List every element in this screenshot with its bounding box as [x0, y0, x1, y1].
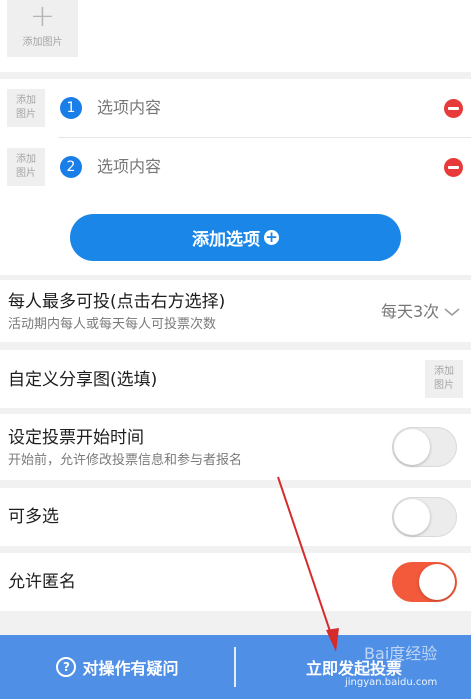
chevron-down-icon — [444, 308, 460, 316]
option-row-2: 添加图片 2 选项内容 — [0, 138, 471, 196]
toggle-knob — [394, 429, 430, 465]
anonymous-title: 允许匿名 — [8, 572, 76, 592]
help-button[interactable]: ? 对操作有疑问 — [0, 635, 235, 699]
start-time-subtitle: 开始前，允许修改投票信息和参与者报名 — [8, 453, 243, 468]
baidu-watermark: Bai度经验 jingyan.baidu.com — [345, 645, 437, 689]
start-time-toggle[interactable] — [392, 427, 457, 467]
multi-select-title: 可多选 — [8, 507, 59, 527]
anonymous-toggle[interactable] — [392, 562, 457, 602]
multi-select-toggle[interactable] — [392, 497, 457, 537]
toggle-knob — [419, 564, 455, 600]
share-image-add-button[interactable]: 添加图片 — [425, 360, 463, 398]
option-2-add-image[interactable]: 添加图片 — [7, 148, 45, 186]
option-1-number-badge: 1 — [60, 97, 82, 119]
option-1-add-image[interactable]: 添加图片 — [7, 89, 45, 127]
watermark-url: jingyan.baidu.com — [345, 677, 438, 688]
plus-icon: + — [29, 0, 56, 34]
max-votes-value[interactable]: 每天3次 — [381, 301, 461, 323]
add-image-label: 添加图片 — [22, 36, 63, 48]
option-2-input[interactable]: 选项内容 — [97, 156, 161, 178]
max-votes-subtitle: 活动期内每人或每天每人可投票次数 — [8, 317, 217, 332]
toggle-knob — [394, 499, 430, 535]
start-time-title: 设定投票开始时间 — [8, 428, 144, 448]
option-2-number-badge: 2 — [60, 156, 82, 178]
add-option-button[interactable]: 添加选项 + — [70, 214, 401, 261]
watermark-brand: Bai度经验 — [364, 644, 438, 663]
plus-circle-icon: + — [264, 228, 279, 246]
help-label: 对操作有疑问 — [82, 659, 179, 678]
option-1-input[interactable]: 选项内容 — [97, 97, 161, 119]
max-votes-title: 每人最多可投(点击右方选择) — [8, 292, 226, 312]
add-option-label: 添加选项 — [192, 230, 260, 250]
bottom-bar-divider — [234, 647, 236, 687]
option-2-delete-icon[interactable] — [444, 158, 463, 177]
add-image-button[interactable]: + 添加图片 — [7, 0, 78, 57]
option-row-1: 添加图片 1 选项内容 — [0, 79, 471, 137]
question-circle-icon: ? — [56, 657, 77, 677]
option-1-delete-icon[interactable] — [444, 99, 463, 118]
share-image-title: 自定义分享图(选填) — [8, 370, 158, 390]
